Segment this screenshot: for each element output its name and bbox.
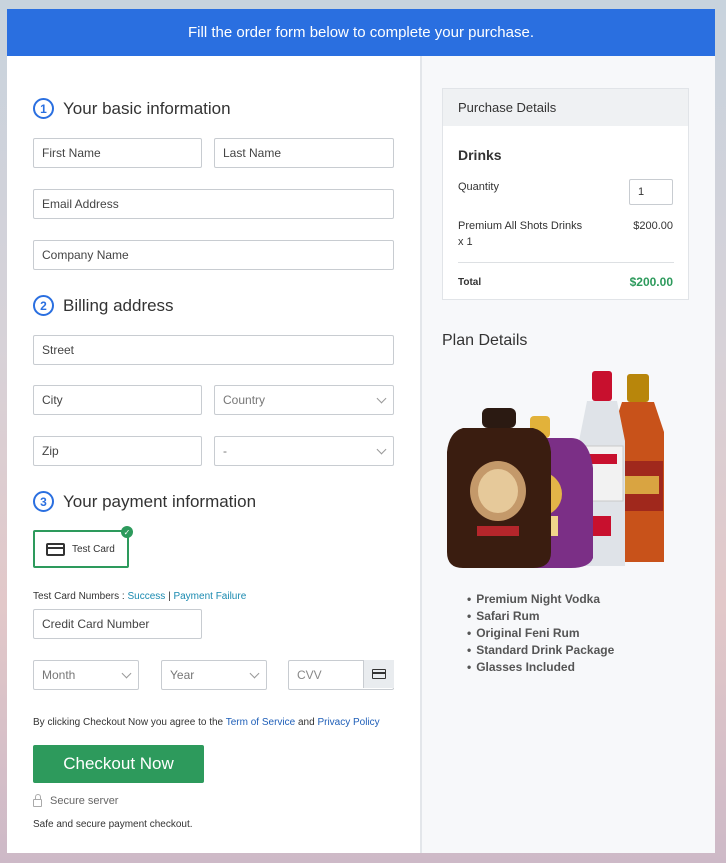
purchase-details-box: Purchase Details Drinks Quantity 1 Premi… — [442, 88, 689, 300]
street-input[interactable]: Street — [33, 335, 394, 365]
year-select[interactable]: Year — [161, 660, 267, 690]
item-quantity: x 1 — [458, 236, 473, 248]
list-item: Glasses Included — [467, 660, 614, 677]
product-group-title: Drinks — [458, 147, 502, 163]
item-name: Premium All Shots Drinks — [458, 220, 583, 232]
plan-details-title: Plan Details — [442, 332, 528, 349]
order-form-panel: 1 Your basic information First Name Last… — [7, 56, 420, 853]
email-input[interactable]: Email Address — [33, 189, 394, 219]
city-input[interactable]: City — [33, 385, 202, 415]
list-item: Standard Drink Package — [467, 643, 614, 660]
country-select[interactable]: Country — [214, 385, 394, 415]
step-number-3: 3 — [33, 491, 54, 512]
month-select[interactable]: Month — [33, 660, 139, 690]
terms-of-service-link[interactable]: Term of Service — [226, 717, 295, 728]
banner-text: Fill the order form below to complete yo… — [188, 24, 534, 41]
section-basic-info: 1 Your basic information — [33, 98, 231, 119]
quantity-label: Quantity — [458, 181, 499, 193]
quantity-input[interactable]: 1 — [629, 179, 673, 205]
state-select-value: - — [223, 444, 227, 458]
total-value: $200.00 — [629, 275, 673, 289]
list-item: Original Feni Rum — [467, 626, 614, 643]
total-label: Total — [458, 277, 482, 288]
terms-prefix: By clicking Checkout Now you agree to th… — [33, 717, 224, 728]
section-billing-address: 2 Billing address — [33, 295, 174, 316]
safe-checkout-text: Safe and secure payment checkout. — [33, 819, 193, 830]
total-divider — [458, 262, 674, 263]
section-payment-info: 3 Your payment information — [33, 491, 256, 512]
header-banner: Fill the order form below to complete yo… — [7, 9, 715, 56]
list-item: Premium Night Vodka — [467, 592, 614, 609]
test-card-numbers-label: Test Card Numbers : — [33, 591, 125, 602]
secure-server-label: Secure server — [50, 795, 119, 807]
section-title: Your payment information — [63, 491, 257, 511]
checkmark-icon: ✓ — [121, 526, 133, 538]
company-name-input[interactable]: Company Name — [33, 240, 394, 270]
state-select[interactable]: - — [214, 436, 394, 466]
plan-features-list: Premium Night Vodka Safari Rum Original … — [467, 592, 614, 677]
step-number-1: 1 — [33, 98, 54, 119]
chevron-down-icon — [376, 393, 387, 403]
step-number-2: 2 — [33, 295, 54, 316]
credit-card-icon — [46, 542, 65, 556]
country-select-value: Country — [223, 393, 266, 407]
chevron-down-icon — [376, 444, 387, 454]
link-separator: | — [168, 591, 171, 602]
item-price: $200.00 — [633, 220, 673, 232]
credit-card-number-input[interactable]: Credit Card Number — [33, 609, 202, 639]
purchase-details-title: Purchase Details — [443, 89, 688, 126]
secure-server-note: Secure server — [33, 793, 119, 807]
month-select-value: Month — [42, 668, 76, 682]
year-select-value: Year — [170, 668, 195, 682]
checkout-now-button[interactable]: Checkout Now — [33, 745, 204, 783]
terms-and: and — [297, 717, 315, 728]
privacy-policy-link[interactable]: Privacy Policy — [317, 717, 379, 728]
chevron-down-icon — [121, 668, 132, 678]
order-form-window: Fill the order form below to complete yo… — [7, 9, 715, 853]
first-name-input[interactable]: First Name — [33, 138, 202, 168]
success-link[interactable]: Success — [127, 591, 165, 602]
test-card-numbers: Test Card Numbers : Success | Payment Fa… — [33, 591, 246, 602]
chevron-down-icon — [249, 668, 260, 678]
list-item: Safari Rum — [467, 609, 614, 626]
section-title: Your basic information — [63, 98, 231, 118]
payment-failure-link[interactable]: Payment Failure — [173, 591, 246, 602]
last-name-input[interactable]: Last Name — [214, 138, 394, 168]
lock-icon — [33, 793, 42, 807]
zip-input[interactable]: Zip — [33, 436, 202, 466]
cvv-card-icon — [363, 660, 394, 688]
test-card-label: Test Card — [72, 543, 115, 555]
test-card-option[interactable]: Test Card ✓ — [33, 526, 133, 568]
product-bottles-image — [447, 371, 664, 568]
summary-panel: Purchase Details Drinks Quantity 1 Premi… — [422, 56, 715, 853]
section-title: Billing address — [63, 295, 174, 315]
terms-text: By clicking Checkout Now you agree to th… — [33, 717, 380, 728]
